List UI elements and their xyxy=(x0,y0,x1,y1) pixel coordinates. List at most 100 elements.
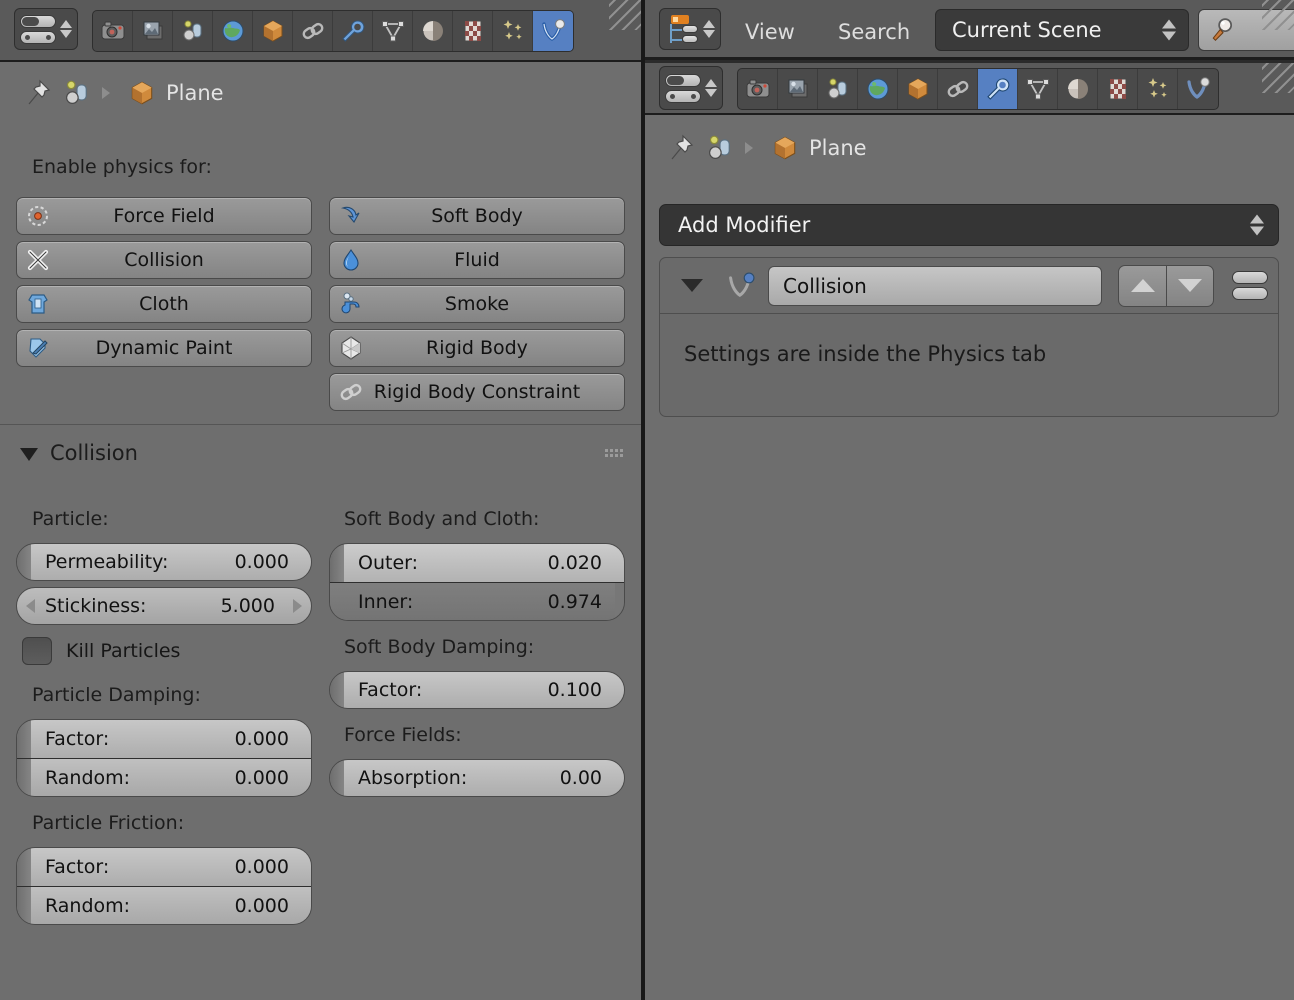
tab-physics[interactable] xyxy=(1178,69,1218,109)
tab-world[interactable] xyxy=(858,69,898,109)
tab-texture[interactable] xyxy=(453,11,493,51)
tab-scene[interactable] xyxy=(818,69,858,109)
physics-button-label: Cloth xyxy=(139,293,189,315)
tab-texture[interactable] xyxy=(1098,69,1138,109)
force-fields-label: Force Fields: xyxy=(344,724,462,746)
pin-icon[interactable] xyxy=(665,133,695,163)
permeability-slider[interactable]: Permeability: 0.000 xyxy=(16,543,312,581)
tab-material[interactable] xyxy=(1058,69,1098,109)
kill-particles-checkbox[interactable] xyxy=(22,637,52,665)
modifier-display-toggles[interactable] xyxy=(1232,271,1268,300)
physics-button-smoke[interactable]: Smoke xyxy=(329,285,625,323)
chevron-up-icon xyxy=(60,20,72,28)
inner-slider[interactable]: Inner: 0.974 xyxy=(330,582,624,620)
particle-damping-random-slider[interactable]: Random: 0.000 xyxy=(17,758,311,796)
properties-tab-strip-left[interactable] xyxy=(92,10,574,52)
inner-value: 0.974 xyxy=(547,590,602,613)
right-area-header xyxy=(645,63,1294,115)
pin-icon[interactable] xyxy=(22,78,52,108)
panel-divider xyxy=(0,424,641,425)
physics-button-label: Collision xyxy=(124,249,204,271)
tab-render-layers[interactable] xyxy=(133,11,173,51)
friction-factor-slider[interactable]: Factor: 0.000 xyxy=(17,848,311,886)
rigid-body-icon xyxy=(338,335,364,361)
absorption-label: Absorption: xyxy=(358,767,468,789)
tab-object-data[interactable] xyxy=(1018,69,1058,109)
tab-scene[interactable] xyxy=(173,11,213,51)
physics-button-rigid-body-constraint[interactable]: Rigid Body Constraint xyxy=(329,373,625,411)
cloth-icon xyxy=(25,291,51,317)
tab-modifiers[interactable] xyxy=(333,11,373,51)
right-properties-area: Plane Add Modifier Collision Settings ar… xyxy=(645,63,1294,1000)
modifier-reorder-buttons[interactable] xyxy=(1118,264,1214,307)
editor-type-selector-left[interactable] xyxy=(14,8,78,50)
physics-button-collision[interactable]: Collision xyxy=(16,241,312,279)
tab-render[interactable] xyxy=(738,69,778,109)
physics-button-dynamic-paint[interactable]: Dynamic Paint xyxy=(16,329,312,367)
menu-view[interactable]: View xyxy=(745,20,795,44)
tab-constraints[interactable] xyxy=(293,11,333,51)
tab-physics[interactable] xyxy=(533,11,573,51)
physics-button-fluid[interactable]: Fluid xyxy=(329,241,625,279)
physics-button-rigid-body[interactable]: Rigid Body xyxy=(329,329,625,367)
tab-material[interactable] xyxy=(413,11,453,51)
panel-drag-handle-icon[interactable] xyxy=(605,449,623,457)
tab-modifiers[interactable] xyxy=(978,69,1018,109)
modifier-name: Collision xyxy=(783,273,867,298)
editor-type-icon xyxy=(20,14,56,28)
physics-button-label: Force Field xyxy=(113,205,215,227)
move-modifier-down-button[interactable] xyxy=(1166,265,1213,306)
area-resize-grip-left[interactable] xyxy=(609,0,641,30)
menu-search[interactable]: Search xyxy=(838,20,910,44)
increment-arrow-icon[interactable] xyxy=(293,599,302,613)
outer-value: 0.020 xyxy=(547,552,602,574)
tab-particles[interactable] xyxy=(493,11,533,51)
chevron-up-icon xyxy=(703,20,715,28)
softbody-damping-factor-slider[interactable]: Factor: 0.100 xyxy=(329,671,625,709)
search-icon xyxy=(1212,18,1233,41)
realtime-display-toggle-icon[interactable] xyxy=(1232,271,1268,284)
friction-random-slider[interactable]: Random: 0.000 xyxy=(17,886,311,924)
editor-type-selector-right[interactable] xyxy=(659,66,723,110)
kill-particles-row[interactable]: Kill Particles xyxy=(22,637,180,665)
physics-button-label: Rigid Body Constraint xyxy=(373,381,581,403)
scene-icon[interactable] xyxy=(62,78,92,108)
stickiness-slider[interactable]: Stickiness: 5.000 xyxy=(16,587,312,625)
search-field[interactable] xyxy=(1198,9,1294,51)
tab-world[interactable] xyxy=(213,11,253,51)
scene-icon[interactable] xyxy=(705,133,735,163)
physics-button-force-field[interactable]: Force Field xyxy=(16,197,312,235)
particle-damping-label: Particle Damping: xyxy=(32,684,201,706)
tab-particles[interactable] xyxy=(1138,69,1178,109)
physics-button-soft-body[interactable]: Soft Body xyxy=(329,197,625,235)
physics-button-cloth[interactable]: Cloth xyxy=(16,285,312,323)
chevron-updown-icon xyxy=(1162,19,1176,41)
smoke-icon xyxy=(338,291,364,317)
collision-panel-header[interactable]: Collision xyxy=(20,438,623,468)
editor-type-selector-outliner[interactable] xyxy=(659,8,721,50)
tab-constraints[interactable] xyxy=(938,69,978,109)
decrement-arrow-icon[interactable] xyxy=(26,599,35,613)
move-modifier-up-button[interactable] xyxy=(1119,266,1166,306)
tab-object[interactable] xyxy=(253,11,293,51)
physics-button-label: Fluid xyxy=(454,249,500,271)
friction-factor-label: Factor: xyxy=(45,856,110,878)
add-modifier-dropdown[interactable]: Add Modifier xyxy=(659,204,1279,246)
scene-selector-dropdown[interactable]: Current Scene xyxy=(935,9,1189,51)
outer-slider[interactable]: Outer: 0.020 xyxy=(330,544,624,582)
absorption-value: 0.00 xyxy=(559,767,602,789)
render-display-toggle-icon[interactable] xyxy=(1232,287,1268,300)
modifier-header: Collision xyxy=(660,258,1278,314)
properties-tab-strip-right[interactable] xyxy=(737,68,1219,110)
tab-object[interactable] xyxy=(898,69,938,109)
absorption-slider[interactable]: Absorption: 0.00 xyxy=(329,759,625,797)
modifier-expand-icon[interactable] xyxy=(670,279,714,292)
tab-render[interactable] xyxy=(93,11,133,51)
particle-damping-factor-slider[interactable]: Factor: 0.000 xyxy=(17,720,311,758)
add-modifier-label: Add Modifier xyxy=(678,213,811,237)
modifier-name-field[interactable]: Collision xyxy=(768,265,1102,306)
tab-render-layers[interactable] xyxy=(778,69,818,109)
area-resize-grip-right[interactable] xyxy=(1262,63,1294,93)
panel-expand-icon[interactable] xyxy=(20,448,38,461)
tab-object-data[interactable] xyxy=(373,11,413,51)
